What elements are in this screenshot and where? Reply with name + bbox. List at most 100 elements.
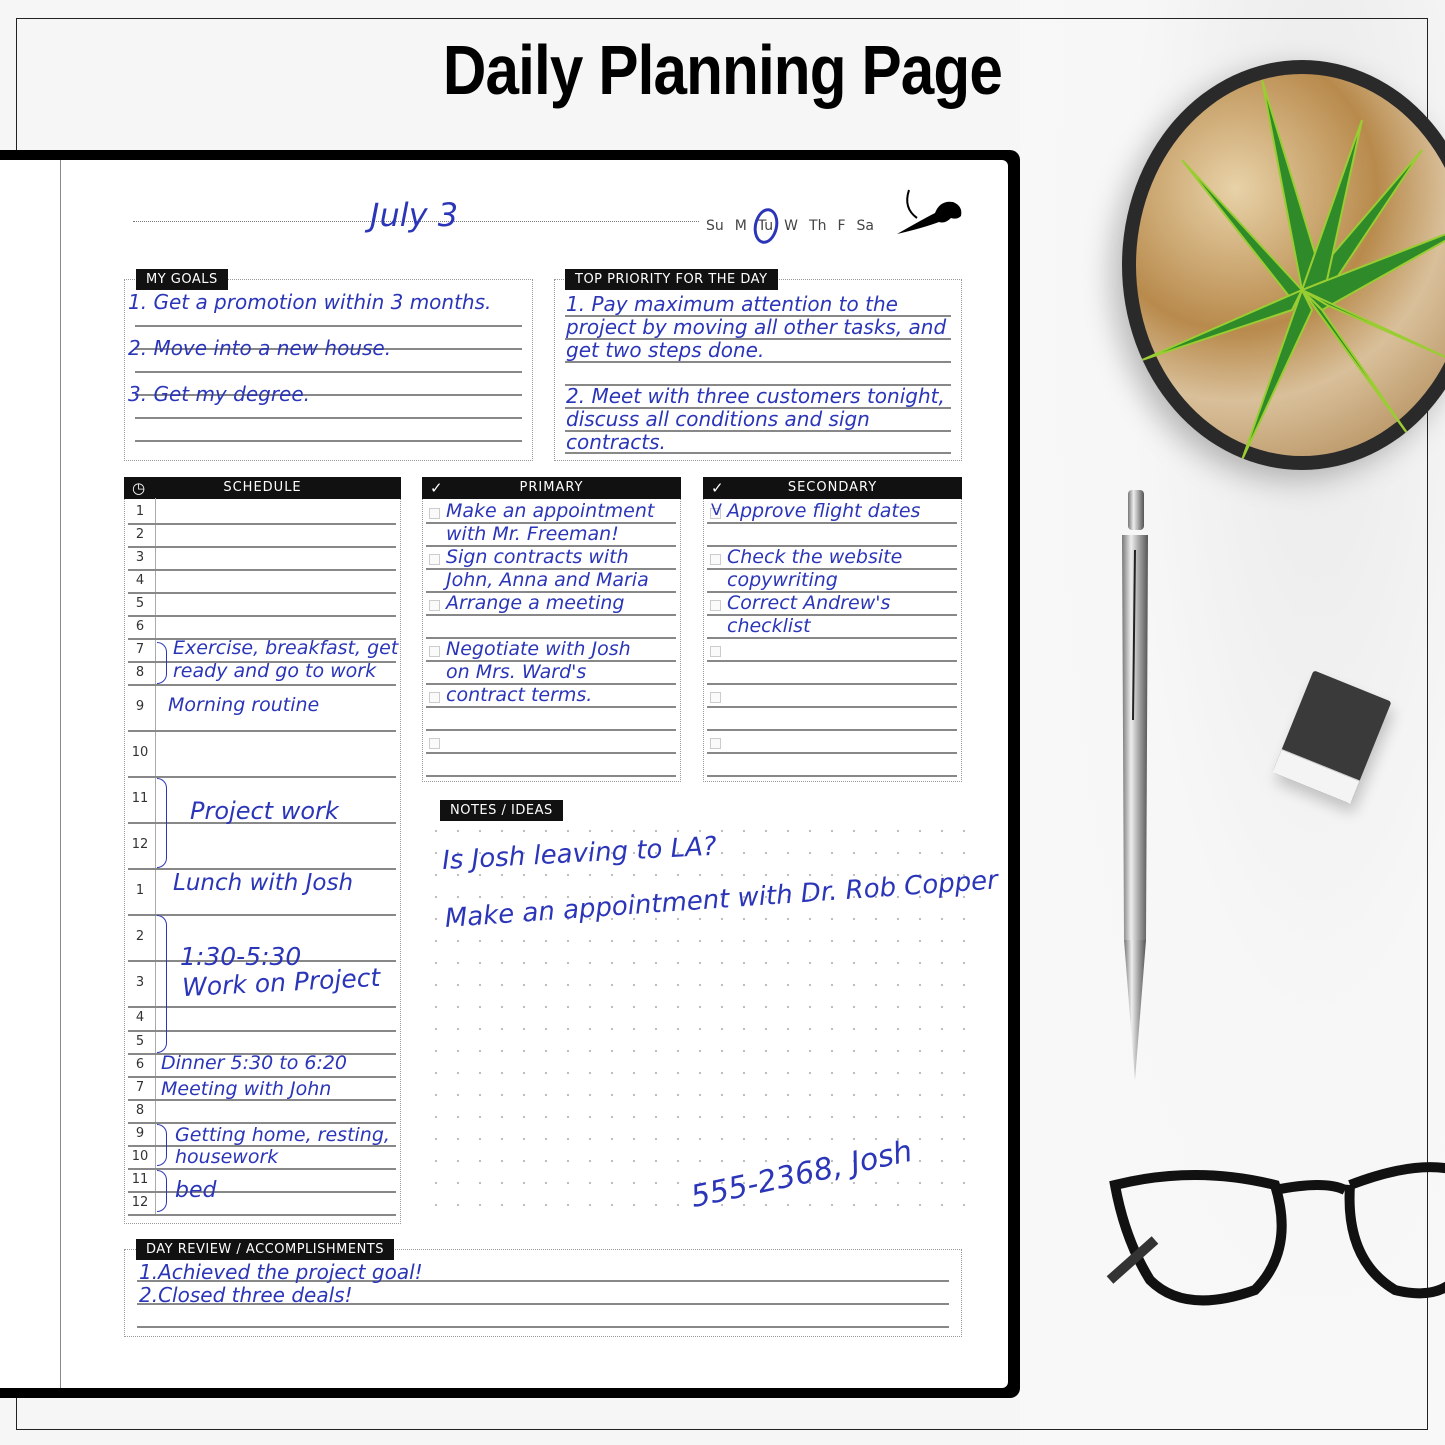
schedule-hour[interactable]: 6 bbox=[128, 619, 152, 634]
schedule-header: ◷ SCHEDULE bbox=[124, 477, 401, 499]
schedule-rule bbox=[128, 914, 396, 916]
priority-line[interactable]: discuss all conditions and sign bbox=[566, 407, 870, 431]
schedule-hour[interactable]: 1 bbox=[128, 504, 152, 519]
primary-checkbox[interactable] bbox=[429, 554, 440, 565]
schedule-hour[interactable]: 8 bbox=[128, 1103, 152, 1118]
weekday-sa[interactable]: Sa bbox=[857, 218, 874, 234]
priority-line[interactable]: contracts. bbox=[566, 430, 666, 454]
schedule-hour[interactable]: 12 bbox=[128, 837, 152, 852]
schedule-hour[interactable]: 10 bbox=[128, 1149, 152, 1164]
priority-line[interactable]: project by moving all other tasks, and bbox=[566, 315, 946, 339]
primary-task-line[interactable]: with Mr. Freeman! bbox=[446, 523, 619, 545]
primary-task-line[interactable]: contract terms. bbox=[446, 684, 592, 706]
secondary-rule bbox=[707, 729, 957, 731]
notes-label: NOTES / IDEAS bbox=[440, 800, 563, 821]
schedule-hour[interactable]: 9 bbox=[128, 699, 152, 714]
goal-item[interactable]: 2. Move into a new house. bbox=[128, 336, 391, 360]
schedule-label: SCHEDULE bbox=[223, 480, 302, 495]
secondary-task-line[interactable]: checklist bbox=[727, 615, 811, 637]
schedule-entry[interactable]: Morning routine bbox=[168, 694, 319, 716]
secondary-checkbox[interactable] bbox=[710, 600, 721, 611]
secondary-checkbox[interactable] bbox=[710, 692, 721, 703]
secondary-task-line[interactable]: Correct Andrew's bbox=[727, 592, 890, 614]
primary-checkbox[interactable] bbox=[429, 600, 440, 611]
primary-task-line[interactable]: Make an appointment bbox=[446, 500, 654, 522]
schedule-rule bbox=[128, 523, 396, 525]
weekday-tu-selected[interactable]: Tu bbox=[758, 218, 773, 234]
priority-line[interactable]: get two steps done. bbox=[566, 338, 764, 362]
priority-line[interactable]: 2. Meet with three customers tonight, bbox=[566, 384, 945, 408]
schedule-hour[interactable]: 5 bbox=[128, 596, 152, 611]
primary-rule bbox=[426, 752, 676, 754]
primary-checkbox[interactable] bbox=[429, 738, 440, 749]
schedule-hour[interactable]: 8 bbox=[128, 665, 152, 680]
schedule-hour[interactable]: 10 bbox=[128, 745, 152, 760]
schedule-hour[interactable]: 5 bbox=[128, 1034, 152, 1049]
schedule-entry[interactable]: 1:30-5:30 bbox=[180, 942, 301, 971]
schedule-hour[interactable]: 4 bbox=[128, 573, 152, 588]
weekday-f[interactable]: F bbox=[837, 218, 845, 234]
secondary-rule bbox=[707, 752, 957, 754]
margin-line bbox=[60, 160, 61, 1388]
primary-task-line[interactable]: on Mrs. Ward's bbox=[446, 661, 586, 683]
goal-item[interactable]: 1. Get a promotion within 3 months. bbox=[128, 290, 491, 314]
primary-rule bbox=[426, 706, 676, 708]
schedule-hour[interactable]: 2 bbox=[128, 527, 152, 542]
secondary-checkbox[interactable] bbox=[710, 738, 721, 749]
schedule-entry[interactable]: Lunch with Josh bbox=[173, 870, 353, 896]
schedule-entry[interactable]: Meeting with John bbox=[161, 1078, 331, 1100]
primary-task-line[interactable]: Negotiate with Josh bbox=[446, 638, 631, 660]
lion-icon bbox=[897, 189, 962, 234]
review-line[interactable]: 2.Closed three deals! bbox=[139, 1283, 353, 1307]
primary-task-line[interactable]: Sign contracts with bbox=[446, 546, 629, 568]
schedule-entry[interactable]: housework bbox=[175, 1146, 278, 1168]
secondary-rule bbox=[707, 683, 957, 685]
schedule-hour[interactable]: 7 bbox=[128, 642, 152, 657]
weekday-m[interactable]: M bbox=[735, 218, 747, 234]
secondary-checkbox[interactable] bbox=[710, 554, 721, 565]
schedule-entry[interactable]: ready and go to work bbox=[173, 660, 376, 682]
secondary-task-line[interactable]: Approve flight dates bbox=[727, 500, 920, 522]
schedule-entry[interactable]: Dinner 5:30 to 6:20 bbox=[161, 1052, 347, 1074]
schedule-hour[interactable]: 3 bbox=[128, 550, 152, 565]
schedule-hour[interactable]: 3 bbox=[128, 975, 152, 990]
primary-checkbox[interactable] bbox=[429, 508, 440, 519]
schedule-entry[interactable]: bed bbox=[175, 1178, 216, 1203]
schedule-hour[interactable]: 9 bbox=[128, 1126, 152, 1141]
schedule-entry[interactable]: Project work bbox=[190, 797, 339, 825]
priority-line[interactable]: 1. Pay maximum attention to the bbox=[566, 292, 898, 316]
schedule-hour[interactable]: 7 bbox=[128, 1080, 152, 1095]
primary-task-line[interactable]: John, Anna and Maria bbox=[446, 569, 649, 591]
date-field[interactable]: July 3 bbox=[370, 196, 458, 234]
schedule-divider bbox=[155, 498, 156, 1216]
schedule-hour[interactable]: 1 bbox=[128, 883, 152, 898]
secondary-label: SECONDARY bbox=[787, 480, 878, 495]
schedule-hour[interactable]: 4 bbox=[128, 1010, 152, 1025]
primary-label: PRIMARY bbox=[519, 480, 584, 495]
schedule-hour[interactable]: 6 bbox=[128, 1057, 152, 1072]
secondary-rule bbox=[707, 775, 957, 777]
schedule-hour[interactable]: 11 bbox=[128, 791, 152, 806]
eyeglasses-image bbox=[1106, 1162, 1445, 1306]
weekday-w[interactable]: W bbox=[784, 218, 798, 234]
secondary-rule bbox=[707, 706, 957, 708]
primary-checkbox[interactable] bbox=[429, 646, 440, 657]
schedule-hour[interactable]: 2 bbox=[128, 929, 152, 944]
weekday-su[interactable]: Su bbox=[706, 218, 724, 234]
primary-task-line[interactable]: Arrange a meeting bbox=[446, 592, 625, 614]
secondary-task-line[interactable]: copywriting bbox=[727, 569, 838, 591]
weekday-th[interactable]: Th bbox=[809, 218, 826, 234]
primary-checkbox[interactable] bbox=[429, 692, 440, 703]
schedule-hour[interactable]: 12 bbox=[128, 1195, 152, 1210]
secondary-checkbox[interactable] bbox=[710, 646, 721, 657]
schedule-hour[interactable]: 11 bbox=[128, 1172, 152, 1187]
schedule-rule bbox=[128, 592, 396, 594]
schedule-entry[interactable]: Exercise, breakfast, get bbox=[173, 637, 398, 659]
secondary-task-line[interactable]: Check the website bbox=[727, 546, 902, 568]
schedule-entry[interactable]: Getting home, resting, bbox=[175, 1124, 390, 1146]
goals-label: MY GOALS bbox=[136, 269, 228, 290]
goal-item[interactable]: 3. Get my degree. bbox=[128, 382, 310, 406]
weekday-selector: Su M Tu W Th F Sa bbox=[706, 218, 874, 234]
review-line[interactable]: 1.Achieved the project goal! bbox=[139, 1260, 423, 1284]
primary-rule bbox=[426, 775, 676, 777]
